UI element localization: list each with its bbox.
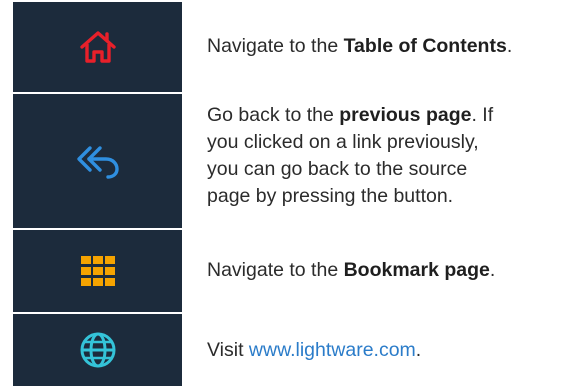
home-icon (78, 29, 118, 65)
home-button[interactable] (13, 2, 182, 92)
previous-page-label: previous page (339, 104, 472, 126)
back-button[interactable] (13, 94, 182, 228)
bookmark-button[interactable] (13, 230, 182, 312)
back-icon (76, 143, 120, 179)
website-button[interactable] (13, 314, 182, 386)
toc-label: Table of Contents (343, 35, 507, 57)
globe-icon (79, 331, 117, 369)
bookmark-description: Navigate to the Bookmark page. (207, 259, 496, 281)
back-description: Go back to the previous page. If you cli… (207, 104, 494, 207)
website-link[interactable]: www.lightware.com (249, 339, 416, 361)
website-description: Visit www.lightware.com. (207, 339, 422, 361)
bookmark-page-label: Bookmark page (343, 259, 490, 281)
home-description: Navigate to the Table of Contents. (207, 35, 513, 57)
bookmark-grid-icon (80, 256, 115, 286)
